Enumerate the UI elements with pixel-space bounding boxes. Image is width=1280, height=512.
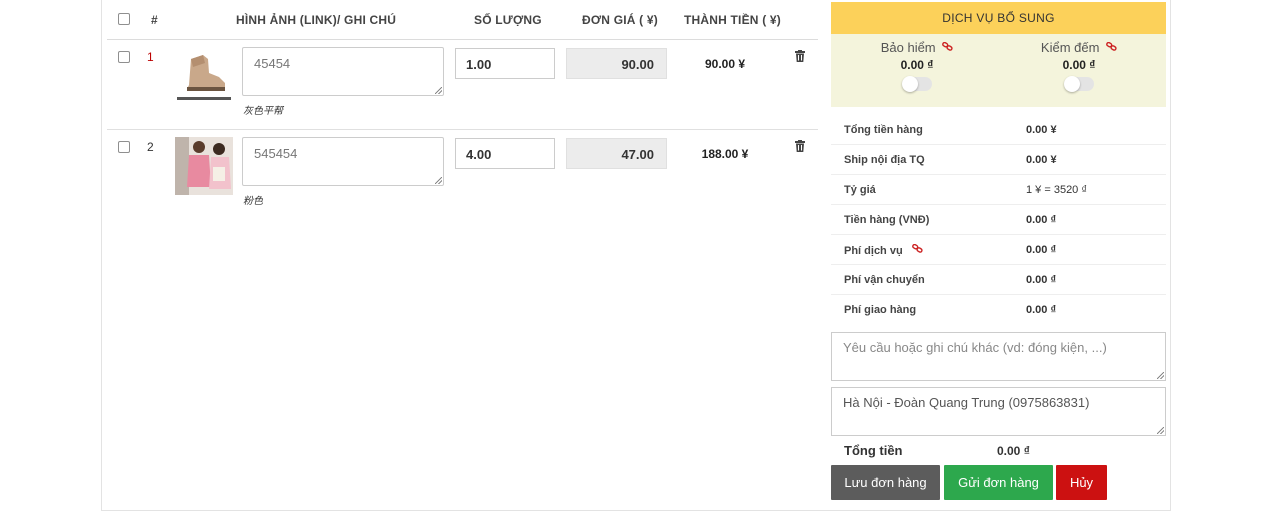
summary-row: Tỷ giá 1 ¥ = 3520 ₫	[831, 175, 1166, 205]
header-quantity: SỐ LƯỢNG	[474, 13, 542, 27]
note-text: 545454	[254, 146, 298, 161]
summary-row: Phí giao hàng 0.00 ₫	[831, 295, 1166, 325]
product-property: 灰色平帮	[243, 106, 283, 117]
order-note-placeholder: Yêu cầu hoặc ghi chú khác (vd: đóng kiện…	[843, 340, 1107, 355]
summary-row: Tổng tiền hàng 0.00 ¥	[831, 115, 1166, 145]
summary-value: 0.00 ₫	[1026, 304, 1057, 316]
unit-price-field: 90.00	[566, 48, 667, 79]
note-text: 45454	[254, 56, 291, 71]
row-checkbox[interactable]	[118, 51, 130, 63]
header-unit-price: ĐƠN GIÁ ( ¥)	[582, 13, 658, 27]
summary-row: Phí vận chuyển 0.00 ₫	[831, 265, 1166, 295]
summary-value: 0.00 ¥	[1026, 154, 1057, 166]
insurance-toggle[interactable]	[902, 76, 932, 92]
product-property: 粉色	[243, 196, 263, 207]
link-icon[interactable]	[942, 42, 953, 51]
summary-row: Ship nội địa TQ 0.00 ¥	[831, 145, 1166, 175]
cart-table: # HÌNH ẢNH (LINK)/ GHI CHÚ SỐ LƯỢNG ĐƠN …	[107, 0, 818, 220]
summary-label: Tổng tiền hàng	[844, 124, 923, 136]
resize-handle[interactable]	[1157, 427, 1164, 434]
summary-table: Tổng tiền hàng 0.00 ¥ Ship nội địa TQ 0.…	[831, 115, 1166, 325]
summary-row: Phí dịch vụ 0.00 ₫	[831, 235, 1166, 265]
grand-total-value: 0.00 ₫	[997, 444, 1030, 458]
table-header: # HÌNH ẢNH (LINK)/ GHI CHÚ SỐ LƯỢNG ĐƠN …	[107, 0, 818, 40]
counting-label-text: Kiểm đếm	[1040, 40, 1100, 55]
summary-value: 0.00 ¥	[1026, 124, 1057, 136]
extra-services: Bảo hiểm 0.00 ₫ Kiểm đếm 0.00 ₫	[831, 34, 1166, 107]
counting-label: Kiểm đếm	[1019, 40, 1139, 55]
resize-handle[interactable]	[1157, 372, 1164, 379]
resize-handle[interactable]	[435, 177, 442, 184]
row-index: 1	[147, 50, 154, 64]
cancel-button[interactable]: Hủy	[1056, 465, 1107, 500]
panel-title: DỊCH VỤ BỔ SUNG	[831, 2, 1166, 34]
send-order-button[interactable]: Gửi đơn hàng	[944, 465, 1053, 500]
row-total: 188.00 ¥	[701, 147, 749, 161]
select-all-checkbox[interactable]	[118, 13, 130, 25]
summary-label: Tiền hàng (VNĐ)	[844, 214, 930, 226]
summary-value: 0.00 ₫	[1026, 214, 1057, 226]
link-icon[interactable]	[1106, 42, 1117, 51]
grand-total-label: Tổng tiền	[844, 443, 903, 458]
header-index: #	[151, 13, 158, 27]
summary-label: Phí dịch vụ	[844, 244, 923, 257]
row-total: 90.00 ¥	[704, 57, 746, 71]
quantity-input[interactable]: 4.00	[455, 138, 555, 169]
counting-service: Kiểm đếm 0.00 ₫	[1019, 40, 1139, 92]
summary-label: Phí giao hàng	[844, 304, 917, 316]
summary-label: Tỷ giá	[844, 184, 876, 196]
trash-icon[interactable]	[795, 50, 805, 62]
order-note-textarea[interactable]: Yêu cầu hoặc ghi chú khác (vd: đóng kiện…	[831, 332, 1166, 381]
product-image-sweater[interactable]	[175, 137, 233, 195]
save-order-button[interactable]: Lưu đơn hàng	[831, 465, 940, 500]
insurance-value: 0.00 ₫	[900, 58, 934, 72]
note-input[interactable]: 45454	[242, 47, 444, 96]
counting-toggle[interactable]	[1064, 76, 1094, 92]
summary-value: 0.00 ₫	[1026, 244, 1057, 256]
header-total: THÀNH TIỀN ( ¥)	[684, 13, 781, 27]
summary-row: Tiền hàng (VNĐ) 0.00 ₫	[831, 205, 1166, 235]
address-textarea[interactable]: Hà Nội - Đoàn Quang Trung (0975863831)	[831, 387, 1166, 436]
exchange-rate-value: 1 ¥ = 3520 ₫	[1026, 184, 1087, 196]
summary-value: 0.00 ₫	[1026, 274, 1057, 286]
product-image-boot[interactable]	[175, 45, 233, 103]
row-index: 2	[147, 140, 154, 154]
insurance-label-text: Bảo hiểm	[880, 40, 936, 55]
insurance-service: Bảo hiểm 0.00 ₫	[857, 40, 977, 92]
table-row: 1 45454 灰色平帮 1.00 90.00 90.00 ¥	[107, 40, 818, 130]
summary-label: Phí vận chuyển	[844, 274, 925, 286]
unit-price-field: 47.00	[566, 138, 667, 169]
table-row: 2 545454 粉色 4.00 47.00 188.00 ¥	[107, 130, 818, 220]
row-checkbox[interactable]	[118, 141, 130, 153]
summary-label: Ship nội địa TQ	[844, 154, 925, 166]
service-fee-label: Phí dịch vụ	[844, 245, 903, 257]
resize-handle[interactable]	[435, 87, 442, 94]
insurance-label: Bảo hiểm	[857, 40, 977, 55]
quantity-input[interactable]: 1.00	[455, 48, 555, 79]
note-input[interactable]: 545454	[242, 137, 444, 186]
address-text: Hà Nội - Đoàn Quang Trung (0975863831)	[843, 395, 1090, 410]
order-summary-panel: DỊCH VỤ BỔ SUNG Bảo hiểm 0.00 ₫ Kiểm đếm	[831, 2, 1166, 325]
trash-icon[interactable]	[795, 140, 805, 152]
link-icon[interactable]	[911, 244, 923, 253]
header-image-note: HÌNH ẢNH (LINK)/ GHI CHÚ	[236, 13, 397, 27]
counting-value: 0.00 ₫	[1062, 58, 1096, 72]
